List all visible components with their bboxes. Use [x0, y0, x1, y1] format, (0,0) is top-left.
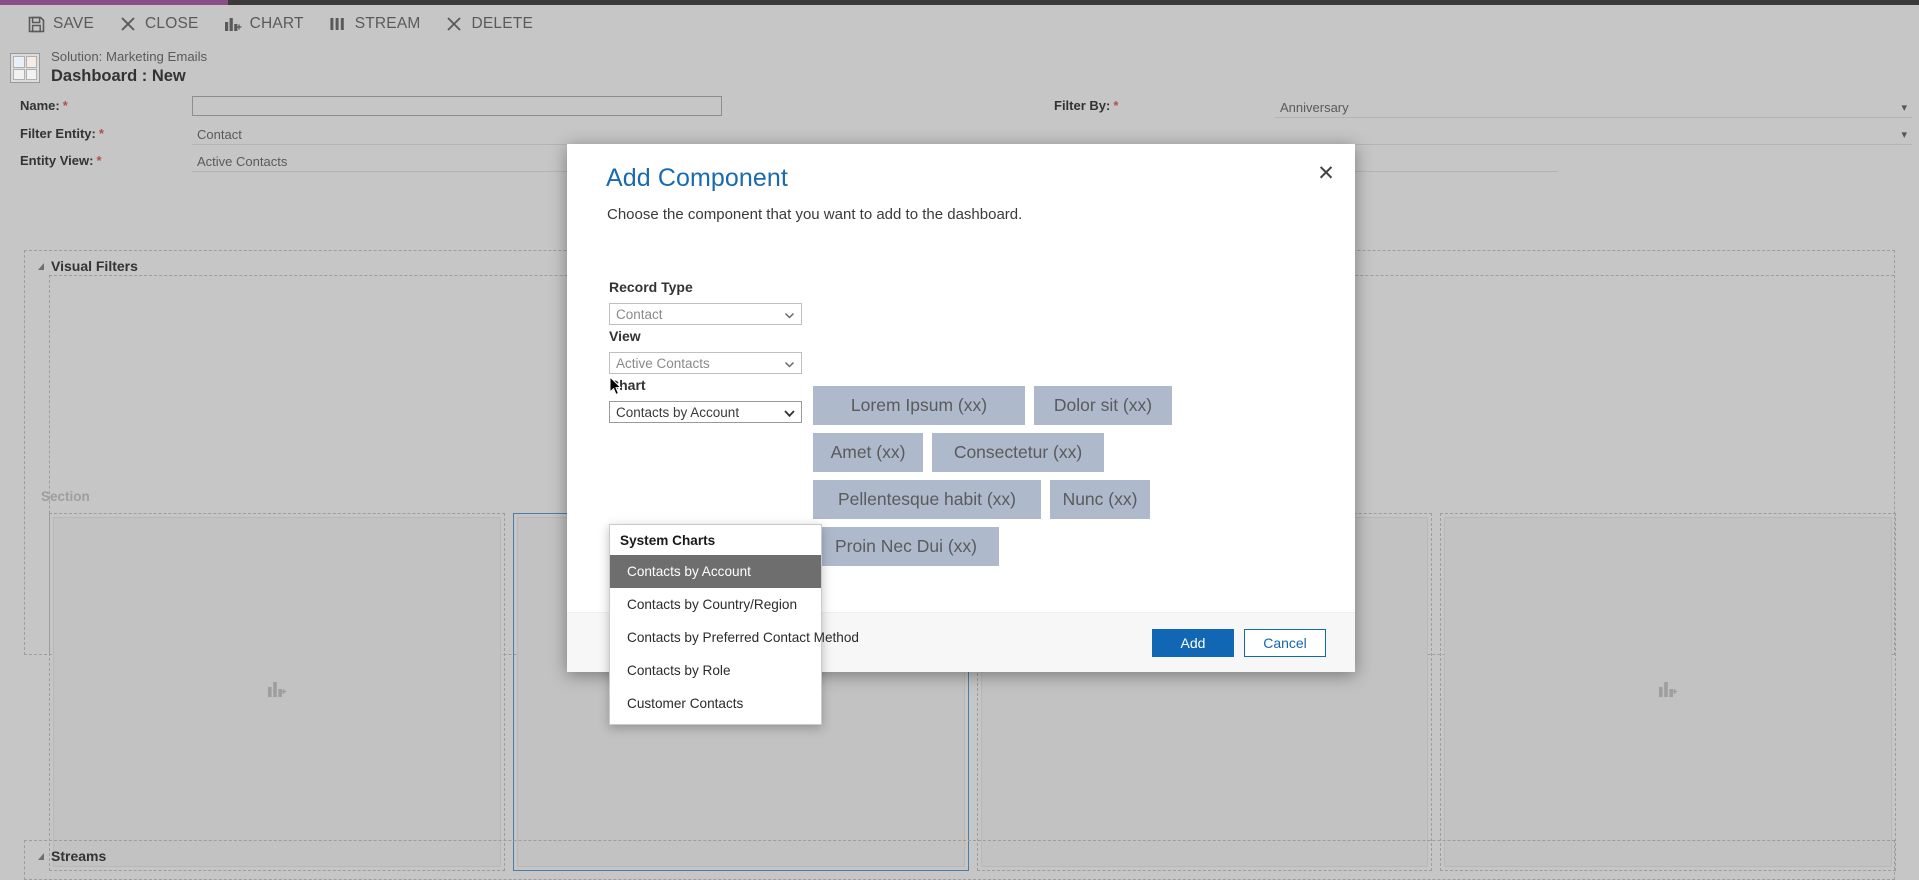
view-label: View: [609, 328, 641, 344]
chart-preview-bar: Amet (xx): [813, 433, 923, 472]
dashboard-entity-icon: [10, 53, 40, 83]
streams-header[interactable]: Streams: [38, 848, 106, 864]
add-component-dialog: ✕ Add Component Choose the component tha…: [567, 144, 1355, 725]
chevron-down-icon: ▾: [1901, 101, 1907, 114]
close-label: CLOSE: [145, 15, 199, 32]
dropdown-option-contacts-by-preferred-contact-method[interactable]: Contacts by Preferred Contact Method: [610, 621, 859, 654]
save-button[interactable]: SAVE: [26, 9, 94, 39]
view-select[interactable]: Active Contacts: [609, 352, 802, 374]
dropdown-option-contacts-by-role[interactable]: Contacts by Role: [610, 654, 821, 687]
chart-preview-bar: Nunc (xx): [1050, 480, 1150, 519]
section-label: Section: [41, 489, 90, 504]
dialog-body: Record Type Contact View Active Contacts…: [567, 254, 1355, 725]
chevron-down-icon: ▾: [1901, 128, 1907, 141]
filter-by-label: Filter By: *: [1054, 98, 1119, 113]
component-tile[interactable]: [1440, 513, 1896, 871]
solution-label: Solution: Marketing Emails: [51, 48, 208, 64]
chart-preview-bar: Proin Nec Dui (xx): [813, 527, 999, 566]
delete-x-icon: [444, 14, 464, 34]
chart-preview-bar: Lorem Ipsum (xx): [813, 386, 1025, 425]
name-label: Name: *: [20, 98, 68, 113]
stream-label: STREAM: [354, 15, 421, 32]
chart-preview-row: Lorem Ipsum (xx) Dolor sit (xx): [813, 386, 1213, 425]
close-button[interactable]: CLOSE: [118, 9, 199, 39]
page-title: Dashboard : New: [51, 67, 186, 86]
name-input[interactable]: [192, 96, 722, 116]
dropdown-option-contacts-by-country-region[interactable]: Contacts by Country/Region: [610, 588, 821, 621]
filter-entity-label: Filter Entity: *: [20, 126, 104, 141]
cancel-button[interactable]: Cancel: [1244, 628, 1326, 657]
chart-value: Contacts by Account: [616, 404, 740, 420]
entity-view-value: Active Contacts: [197, 153, 288, 169]
record-type-value: Contact: [616, 306, 663, 322]
chart-dropdown-list: System Charts Contacts by Account Contac…: [609, 524, 859, 725]
entity-view-label: Entity View: *: [20, 153, 102, 168]
chart-button[interactable]: CHART: [223, 9, 304, 39]
filter-entity-value: Contact: [197, 126, 242, 142]
chart-icon: [223, 14, 243, 34]
view-value: Active Contacts: [616, 355, 710, 371]
filter-by-value: Anniversary: [1280, 99, 1349, 115]
required-indicator: *: [1113, 98, 1119, 113]
filter-by-select[interactable]: Anniversary ▾: [1275, 97, 1912, 118]
chevron-down-icon: [784, 358, 795, 369]
required-indicator: *: [96, 153, 102, 168]
record-header: Solution: Marketing Emails Dashboard : N…: [0, 44, 1919, 92]
dialog-title: Add Component: [606, 164, 788, 192]
streams-title: Streams: [51, 848, 107, 864]
chart-preview-bar: Pellentesque habit (xx): [813, 480, 1041, 519]
close-dialog-button[interactable]: ✕: [1311, 158, 1341, 188]
record-type-label: Record Type: [609, 279, 693, 295]
close-x-icon: [118, 14, 138, 34]
streams-region: [24, 840, 1895, 880]
required-indicator: *: [98, 126, 104, 141]
stream-icon: [328, 14, 348, 34]
chart-preview-row: Proin Nec Dui (xx): [813, 527, 1213, 566]
add-button[interactable]: Add: [1152, 628, 1234, 657]
dropdown-option-contacts-by-account[interactable]: Contacts by Account: [610, 555, 821, 588]
dialog-subtitle: Choose the component that you want to ad…: [607, 206, 1023, 223]
chart-label: CHART: [249, 15, 304, 32]
chart-preview-row: Amet (xx) Consectetur (xx): [813, 433, 1213, 472]
command-bar: SAVE CLOSE CHART STREAM DELETE: [0, 5, 1919, 43]
save-icon: [26, 14, 46, 34]
component-tile[interactable]: [49, 513, 505, 871]
delete-label: DELETE: [471, 15, 533, 32]
record-header-text: Solution: Marketing Emails Dashboard : N…: [51, 49, 207, 87]
collapse-triangle-icon: [38, 852, 44, 860]
required-indicator: *: [62, 98, 68, 113]
chart-label: Chart: [609, 377, 646, 393]
dashboard-designer-app: SAVE CLOSE CHART STREAM DELETE Solution:…: [0, 0, 1919, 880]
chart-select[interactable]: Contacts by Account: [609, 401, 802, 423]
chart-preview-bar: Consectetur (xx): [932, 433, 1104, 472]
filter-by-secondary-select[interactable]: ▾: [1275, 124, 1912, 145]
chart-preview: Lorem Ipsum (xx) Dolor sit (xx) Amet (xx…: [813, 386, 1213, 596]
stream-button[interactable]: STREAM: [328, 9, 421, 39]
delete-button[interactable]: DELETE: [444, 9, 533, 39]
save-label: SAVE: [53, 15, 95, 32]
chart-placeholder-icon: [1658, 680, 1678, 704]
chevron-down-icon: [784, 407, 795, 418]
dropdown-group-label: System Charts: [620, 533, 716, 548]
chart-placeholder-icon: [267, 680, 287, 704]
chevron-down-icon: [784, 309, 795, 320]
chart-preview-bar: Dolor sit (xx): [1034, 386, 1172, 425]
chart-preview-row: Pellentesque habit (xx) Nunc (xx): [813, 480, 1213, 519]
dropdown-option-customer-contacts[interactable]: Customer Contacts: [610, 687, 821, 720]
record-type-select[interactable]: Contact: [609, 303, 802, 325]
